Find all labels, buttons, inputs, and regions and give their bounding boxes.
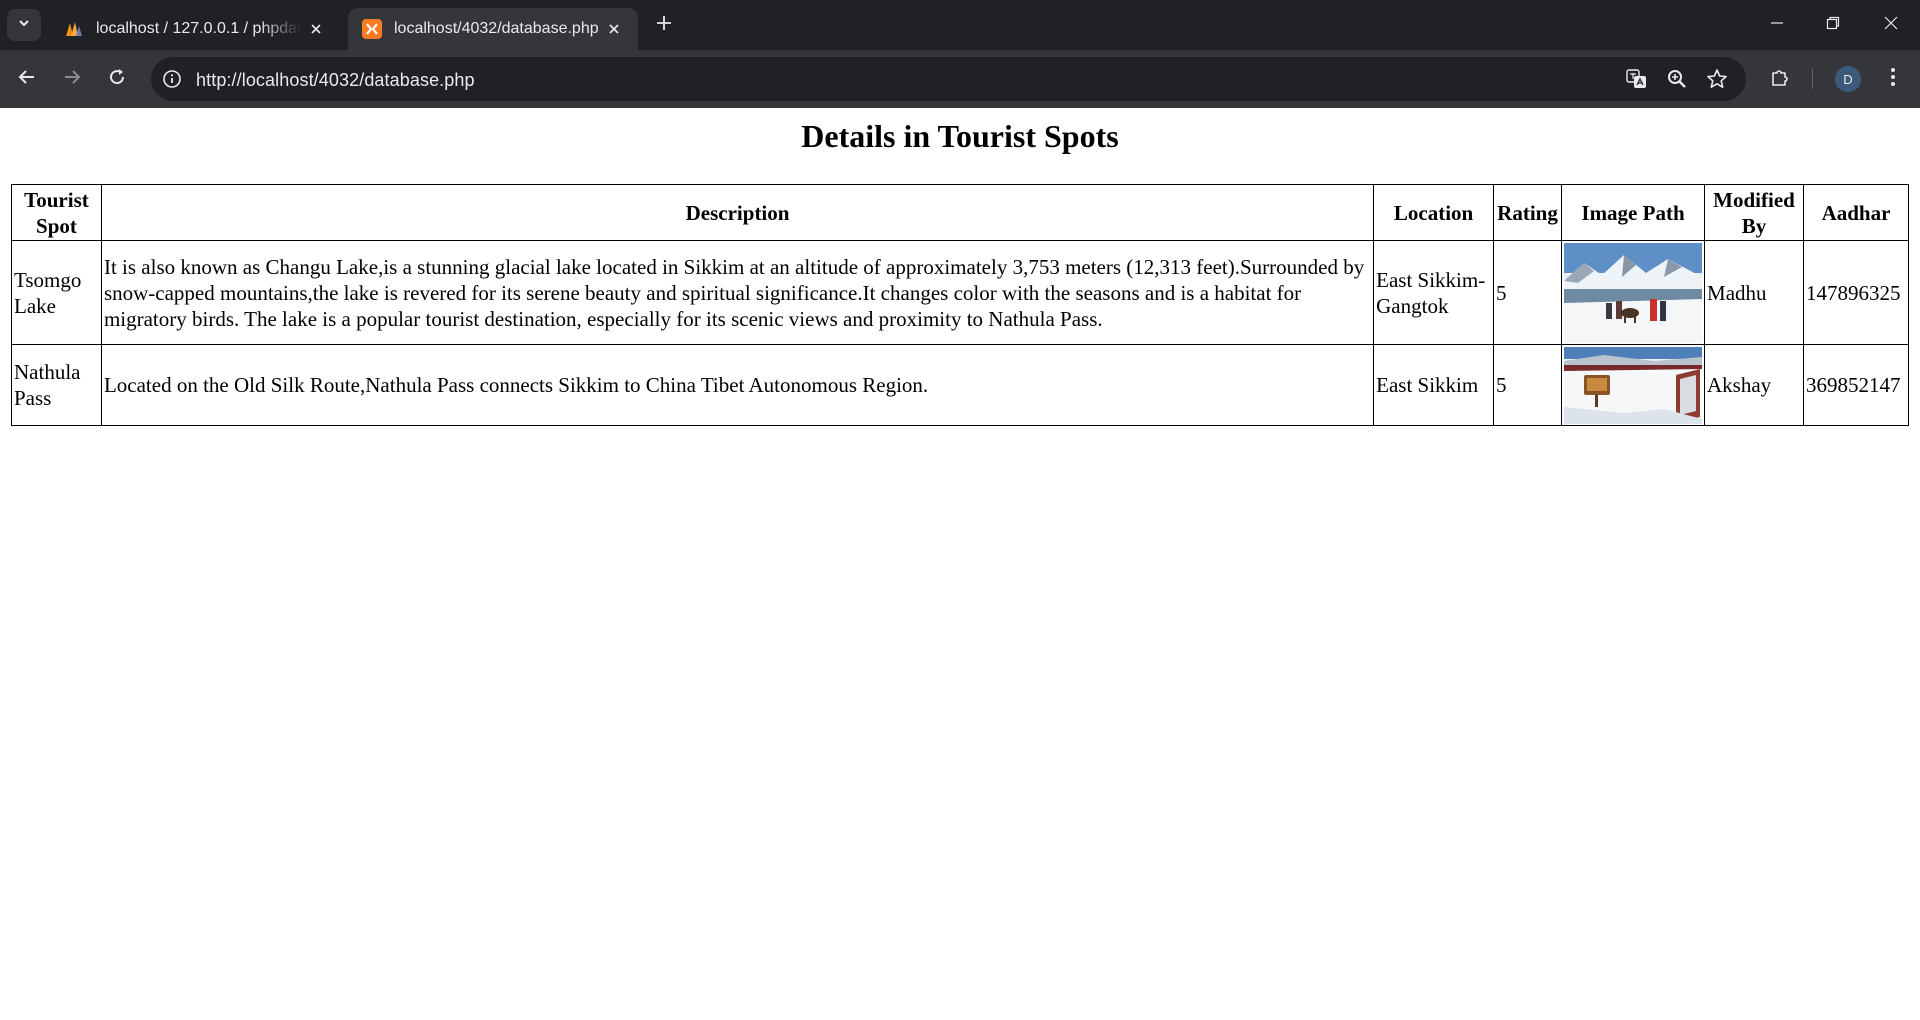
header-modified-by: Modified By xyxy=(1704,184,1804,241)
bookmark-star-icon[interactable] xyxy=(1706,68,1728,90)
address-bar[interactable]: http://localhost/4032/database.php xyxy=(151,57,1746,101)
cell-image xyxy=(1561,344,1706,426)
browser-toolbar: http://localhost/4032/database.php D xyxy=(0,50,1920,108)
header-aadhar: Aadhar xyxy=(1802,184,1910,241)
page-title: Details in Tourist Spots xyxy=(801,118,1119,154)
tsomgo-lake-image xyxy=(1564,242,1703,343)
toolbar-divider xyxy=(1812,69,1813,89)
reload-button[interactable] xyxy=(101,63,133,95)
tab-title: localhost / 127.0.0.1 / phpdatabase xyxy=(96,20,301,37)
profile-avatar[interactable]: D xyxy=(1835,66,1861,92)
minimize-icon xyxy=(1770,16,1784,35)
reload-icon xyxy=(107,67,127,92)
forward-button[interactable] xyxy=(56,63,88,95)
new-tab-button[interactable] xyxy=(652,13,676,37)
back-button[interactable] xyxy=(11,63,43,95)
chevron-down-icon xyxy=(17,16,31,35)
tab-strip: localhost / 127.0.0.1 / phpdatabase loca… xyxy=(0,0,1920,50)
table-header-row: Tourist Spot Description Location Rating… xyxy=(11,184,1910,241)
table-row: Tsomgo Lake It is also known as Changu L… xyxy=(11,240,1910,345)
cell-aadhar: 147896325 xyxy=(1802,240,1910,345)
site-info-icon[interactable] xyxy=(161,68,183,90)
plus-icon xyxy=(656,15,672,36)
header-rating: Rating xyxy=(1493,184,1563,241)
header-location: Location xyxy=(1373,184,1495,241)
cell-location: East Sikkim-Gangtok xyxy=(1373,240,1495,345)
minimize-button[interactable] xyxy=(1762,10,1792,40)
tourist-spots-table: Tourist Spot Description Location Rating… xyxy=(11,184,1910,426)
nathula-pass-image xyxy=(1564,346,1703,424)
close-window-button[interactable] xyxy=(1876,10,1906,40)
cell-tourist-spot: Tsomgo Lake xyxy=(11,240,102,345)
translate-icon[interactable] xyxy=(1626,68,1648,90)
phpmyadmin-favicon-icon xyxy=(64,19,84,39)
cell-image xyxy=(1561,240,1706,345)
tab-phpmyadmin[interactable]: localhost / 127.0.0.1 / phpdatabase xyxy=(50,8,340,50)
extensions-button[interactable] xyxy=(1765,63,1797,95)
arrow-right-icon xyxy=(62,67,82,92)
puzzle-icon xyxy=(1770,66,1792,93)
restore-button[interactable] xyxy=(1818,10,1848,40)
cell-aadhar: 369852147 xyxy=(1802,344,1910,426)
cell-location: East Sikkim xyxy=(1373,344,1495,426)
cell-rating: 5 xyxy=(1493,240,1563,345)
tab-title: localhost/4032/database.php xyxy=(394,20,599,37)
xampp-favicon-icon xyxy=(362,19,382,39)
page-content: Details in Tourist Spots Tourist Spot De… xyxy=(0,108,1920,1020)
table-row: Nathula Pass Located on the Old Silk Rou… xyxy=(11,344,1910,426)
close-tab-icon[interactable] xyxy=(604,19,624,39)
arrow-left-icon xyxy=(17,67,37,92)
cell-description: Located on the Old Silk Route,Nathula Pa… xyxy=(100,344,1375,426)
cell-description: It is also known as Changu Lake,is a stu… xyxy=(100,240,1375,345)
close-tab-icon[interactable] xyxy=(306,19,326,39)
cell-modified-by: Akshay xyxy=(1704,344,1804,426)
tab-search-button[interactable] xyxy=(7,9,41,41)
url-text: http://localhost/4032/database.php xyxy=(196,70,475,90)
cell-modified-by: Madhu xyxy=(1704,240,1804,345)
close-icon xyxy=(1884,16,1898,35)
browser-menu-button[interactable] xyxy=(1877,63,1909,95)
restore-icon xyxy=(1826,16,1840,35)
header-tourist-spot: Tourist Spot xyxy=(11,184,102,241)
cell-tourist-spot: Nathula Pass xyxy=(11,344,102,426)
zoom-icon[interactable] xyxy=(1666,68,1688,90)
kebab-menu-icon xyxy=(1890,67,1896,92)
tab-database-php[interactable]: localhost/4032/database.php xyxy=(348,8,638,50)
cell-rating: 5 xyxy=(1493,344,1563,426)
header-description: Description xyxy=(100,184,1375,241)
header-image-path: Image Path xyxy=(1561,184,1706,241)
